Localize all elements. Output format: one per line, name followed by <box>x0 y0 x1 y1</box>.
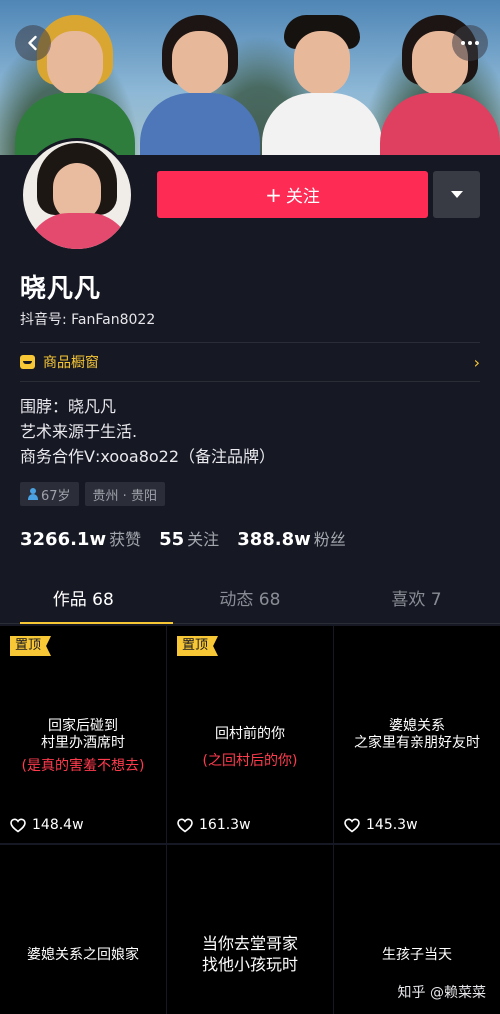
video-thumbnail[interactable]: 婆媳关系之回娘家 <box>0 845 166 1014</box>
douyin-id: 抖音号: FanFan8022 <box>20 312 156 328</box>
video-thumbnail[interactable]: 置顶 回村前的你 (之回村后的你) 161.3w <box>167 626 333 843</box>
age-tag: 67岁 <box>20 482 79 506</box>
heart-icon <box>344 817 360 832</box>
video-thumbnail[interactable]: 当你去堂哥家 找他小孩玩时 <box>167 845 333 1014</box>
pinned-badge: 置顶 <box>177 636 219 656</box>
watermark: 知乎 @赖菜菜 <box>397 985 486 1001</box>
video-caption: 婆媳关系之回娘家 <box>27 947 139 963</box>
chevron-right-icon: › <box>473 352 480 372</box>
avatar[interactable] <box>20 138 134 252</box>
video-thumbnail[interactable]: 婆媳关系 之家里有亲朋好友时 145.3w <box>334 626 500 843</box>
video-caption: 婆媳关系 之家里有亲朋好友时 <box>354 718 480 751</box>
shop-window-row[interactable]: 商品橱窗 › <box>20 344 480 380</box>
heart-icon <box>177 817 193 832</box>
more-button[interactable] <box>452 25 488 61</box>
follow-button[interactable]: + 关注 <box>157 171 428 218</box>
cover-banner <box>0 0 500 155</box>
shop-icon <box>20 355 35 369</box>
more-dots-icon <box>461 41 465 45</box>
video-caption: 当你去堂哥家 找他小孩玩时 <box>201 934 298 974</box>
pinned-badge: 置顶 <box>10 636 52 656</box>
heart-icon <box>10 817 26 832</box>
stats-row: 3266.1w 获赞 55 关注 388.8w 粉丝 <box>20 526 346 550</box>
bio-line: 艺术来源于生活. <box>20 422 138 441</box>
tab-works[interactable]: 作品 68 <box>0 580 173 624</box>
tab-likes[interactable]: 喜欢 7 <box>333 580 500 623</box>
video-caption: 回家后碰到 村里办酒席时 (是真的害羞不想去) <box>21 718 145 774</box>
video-grid: 置顶 回家后碰到 村里办酒席时 (是真的害羞不想去) 148.4w 置顶 回村前… <box>0 626 500 1014</box>
gender-icon <box>28 488 38 500</box>
content-tabs: 作品 68 动态 68 喜欢 7 <box>0 580 500 624</box>
profile-name: 晓凡凡 <box>20 274 102 304</box>
follow-dropdown-button[interactable] <box>433 171 480 218</box>
shop-label: 商品橱窗 <box>43 355 99 371</box>
bio-line: 围脖：晓凡凡 <box>20 397 117 416</box>
video-thumbnail[interactable]: 置顶 回家后碰到 村里办酒席时 (是真的害羞不想去) 148.4w <box>0 626 166 843</box>
video-caption: 生孩子当天 <box>382 947 452 963</box>
profile-tags: 67岁 贵州 · 贵阳 <box>20 482 165 506</box>
cover-person-2 <box>140 7 260 155</box>
caret-down-icon <box>450 191 463 198</box>
stat-following[interactable]: 55 关注 <box>159 526 219 550</box>
bio: 围脖：晓凡凡 艺术来源于生活. 商务合作Ⅴ:xooa8o22（备注品牌） <box>20 394 275 469</box>
cover-person-3 <box>262 7 382 155</box>
like-count: 148.4w <box>10 817 84 833</box>
location-tag: 贵州 · 贵阳 <box>84 482 165 506</box>
bio-line: 商务合作Ⅴ:xooa8o22（备注品牌） <box>20 447 276 466</box>
video-caption: 回村前的你 (之回村后的你) <box>202 726 298 769</box>
stat-likes: 3266.1w 获赞 <box>20 529 142 550</box>
like-count: 145.3w <box>344 817 418 833</box>
divider <box>20 342 480 343</box>
chevron-left-icon <box>28 35 37 51</box>
like-count: 161.3w <box>177 817 251 833</box>
divider <box>20 381 480 382</box>
tab-activity[interactable]: 动态 68 <box>167 580 334 623</box>
plus-icon: + <box>265 182 282 207</box>
stat-followers[interactable]: 388.8w 粉丝 <box>237 526 346 550</box>
follow-label: 关注 <box>285 187 320 207</box>
back-button[interactable] <box>15 25 51 61</box>
